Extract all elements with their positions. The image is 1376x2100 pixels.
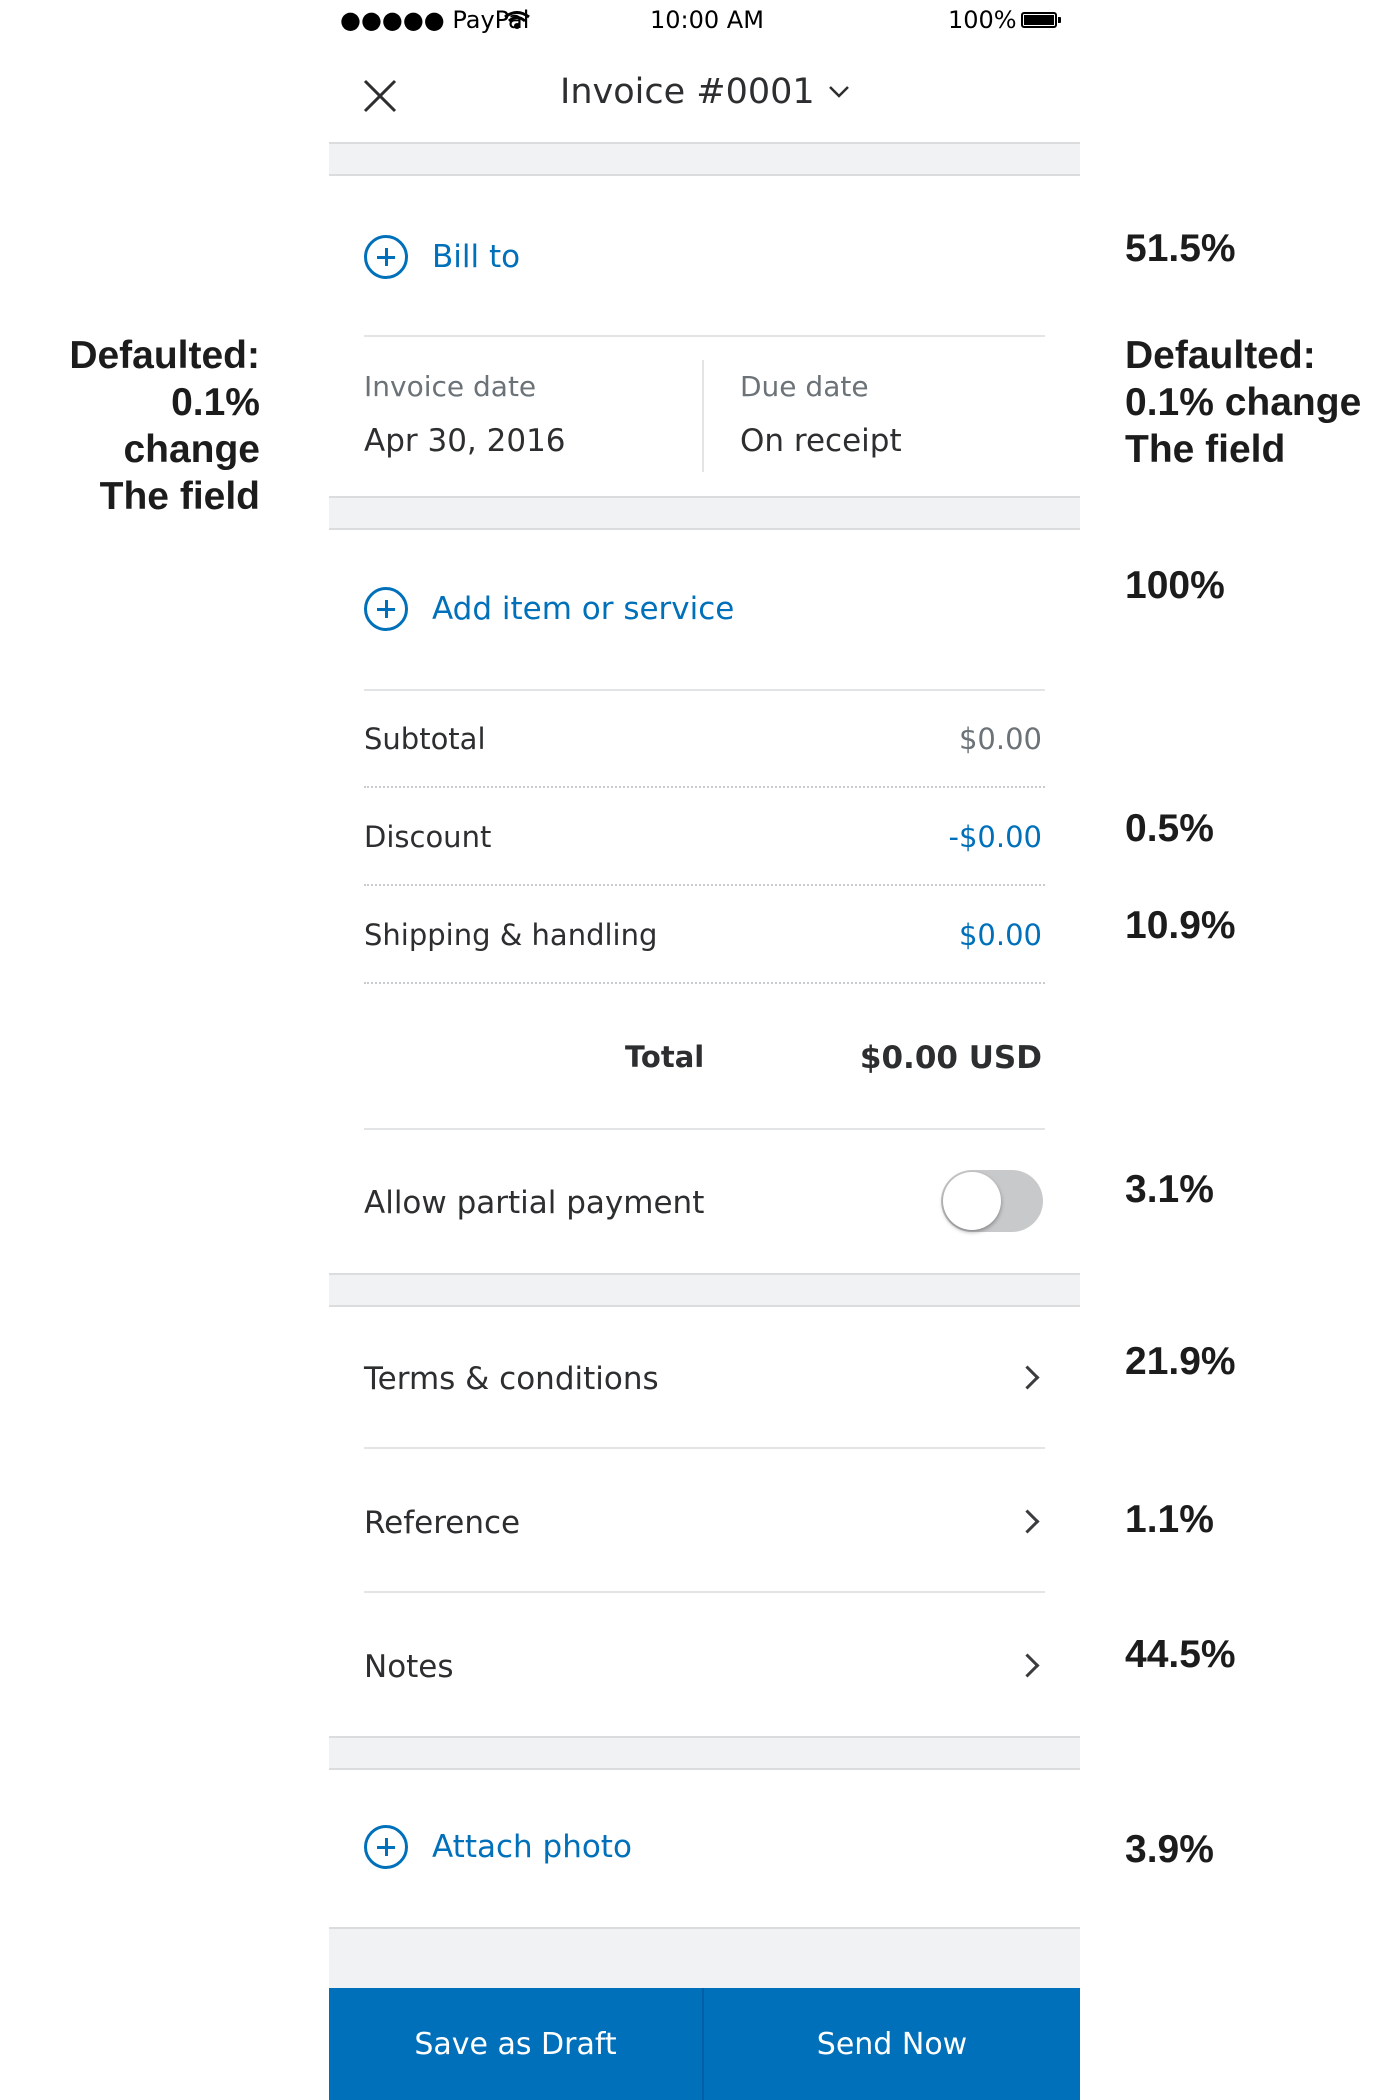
reference-row[interactable]: Reference (329, 1449, 1080, 1591)
annotation-line: Defaulted: (1125, 334, 1316, 377)
chevron-right-icon (1015, 1365, 1040, 1390)
footer-spacer (329, 1927, 1080, 1988)
partial-payment-toggle[interactable] (941, 1170, 1043, 1232)
vertical-divider (702, 360, 704, 472)
add-circle-icon (364, 587, 408, 631)
divider (364, 689, 1045, 691)
invoice-title-dropdown[interactable]: Invoice #0001 (560, 72, 849, 112)
total-label: Total (625, 1040, 705, 1074)
chevron-right-icon (1015, 1653, 1040, 1678)
add-item-label: Add item or service (432, 591, 735, 627)
annotation-line: 0.1% change (1125, 381, 1362, 424)
divider (364, 335, 1045, 337)
section-separator (329, 1736, 1080, 1770)
save-draft-button[interactable]: Save as Draft (329, 1988, 702, 2100)
annotation-attach: 3.9% (1125, 1828, 1214, 1871)
annotation-notes: 44.5% (1125, 1633, 1236, 1676)
annotation-line: Defaulted: (69, 334, 260, 377)
subtotal-value: $0.00 (958, 722, 1042, 756)
annotation-partial-payment: 3.1% (1125, 1168, 1214, 1211)
annotation-add-item: 100% (1125, 564, 1225, 607)
dotted-divider (364, 884, 1045, 886)
partial-payment-label: Allow partial payment (364, 1185, 705, 1221)
status-time: 10:00 AM (650, 6, 764, 34)
terms-label: Terms & conditions (364, 1361, 659, 1397)
invoice-date-label: Invoice date (364, 370, 537, 403)
add-circle-icon (364, 235, 408, 279)
annotation-line: The field (99, 475, 260, 518)
annotation-terms: 21.9% (1125, 1340, 1236, 1383)
reference-label: Reference (364, 1505, 521, 1541)
chevron-down-icon (828, 86, 849, 98)
annotation-line: 0.1% change (123, 381, 260, 471)
dotted-divider (364, 982, 1045, 984)
terms-row[interactable]: Terms & conditions (329, 1307, 1080, 1447)
total-value: $0.00 USD (859, 1040, 1042, 1076)
bill-to-label: Bill to (432, 239, 521, 275)
close-icon[interactable] (363, 79, 397, 113)
annotation-dates-right: Defaulted: 0.1% change The field (1125, 332, 1361, 473)
annotation-bill-to: 51.5% (1125, 227, 1236, 270)
send-now-button[interactable]: Send Now (704, 1988, 1080, 2100)
due-date-label: Due date (740, 370, 869, 403)
annotation-shipping: 10.9% (1125, 904, 1236, 947)
section-separator (329, 1273, 1080, 1307)
wifi-icon (504, 11, 530, 29)
page-title: Invoice #0001 (560, 72, 815, 112)
add-circle-icon (364, 1825, 408, 1869)
subtotal-label: Subtotal (364, 722, 486, 756)
carrier-signal: ●●●●● PayPal (340, 6, 530, 34)
notes-label: Notes (364, 1649, 454, 1685)
section-separator (329, 142, 1080, 176)
annotation-dates-left: Defaulted: 0.1% change The field (30, 332, 260, 520)
notes-row[interactable]: Notes (329, 1593, 1080, 1735)
annotation-line: The field (1125, 428, 1286, 471)
bill-to-button[interactable]: Bill to (364, 235, 520, 279)
due-date-field[interactable]: Due date On receipt (740, 370, 902, 459)
section-separator (329, 496, 1080, 530)
discount-label: Discount (364, 820, 492, 854)
battery-icon (1021, 12, 1063, 30)
battery-percent: 100% (948, 6, 1017, 34)
invoice-date-value: Apr 30, 2016 (364, 423, 566, 459)
dotted-divider (364, 786, 1045, 788)
annotation-discount: 0.5% (1125, 807, 1214, 850)
attach-photo-label: Attach photo (432, 1829, 632, 1865)
divider (364, 1128, 1045, 1130)
invoice-date-field[interactable]: Invoice date Apr 30, 2016 (364, 370, 566, 459)
shipping-value[interactable]: $0.00 (742, 918, 1042, 952)
due-date-value: On receipt (740, 423, 902, 459)
shipping-label: Shipping & handling (364, 918, 658, 952)
add-item-button[interactable]: Add item or service (364, 587, 734, 631)
toggle-knob (943, 1172, 1001, 1230)
chevron-right-icon (1015, 1509, 1040, 1534)
attach-photo-button[interactable]: Attach photo (364, 1825, 632, 1869)
discount-value[interactable]: -$0.00 (742, 820, 1043, 854)
annotation-reference: 1.1% (1125, 1498, 1214, 1541)
